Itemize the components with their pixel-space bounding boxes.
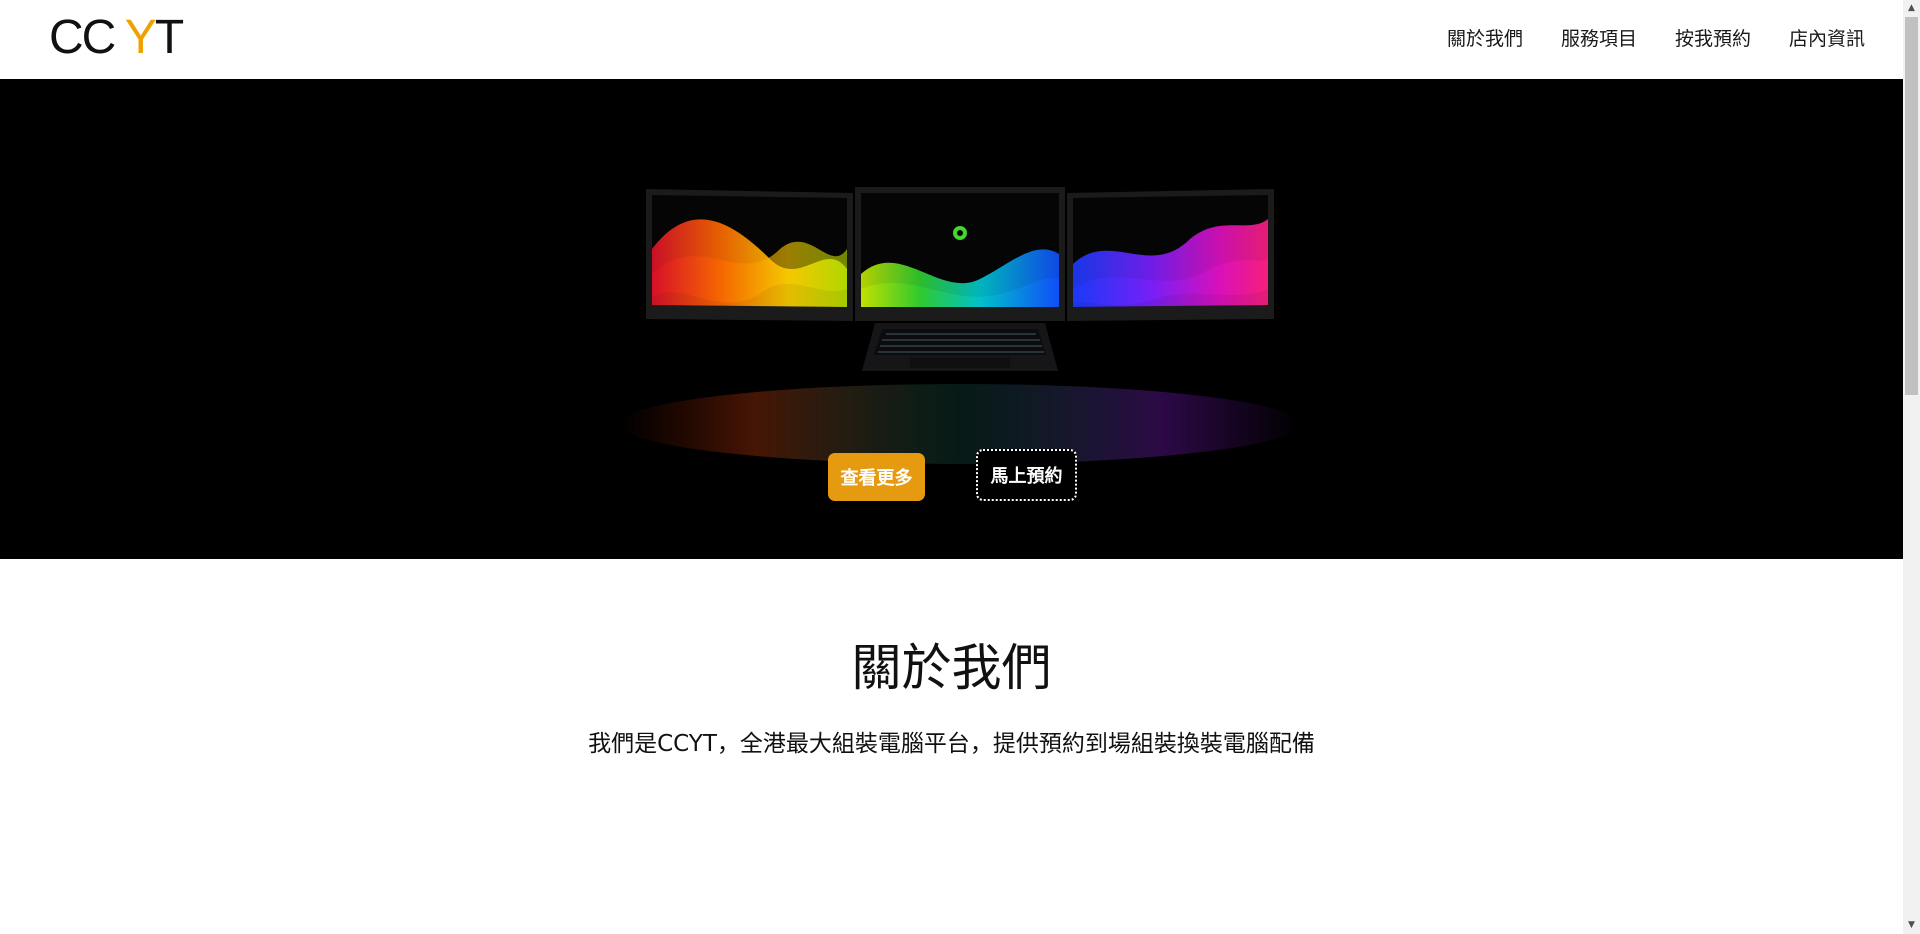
nav-item-services[interactable]: 服務項目: [1561, 26, 1637, 52]
nav-item-booking[interactable]: 按我預約: [1675, 26, 1751, 52]
site-logo[interactable]: CC YT: [49, 10, 184, 66]
vertical-scrollbar[interactable]: ▲ ▼: [1903, 0, 1920, 934]
about-description: 我們是CCYT，全港最大組裝電腦平台，提供預約到場組裝換裝電腦配備: [588, 731, 1315, 757]
page-content: CC YT 關於我們 服務項目 按我預約 店內資訊 查看更多 馬上預約 關於我們…: [0, 0, 1903, 934]
nav-item-store-info[interactable]: 店內資訊: [1789, 26, 1865, 52]
about-title: 關於我們: [851, 639, 1052, 697]
page: CC YT 關於我們 服務項目 按我預約 店內資訊 查看更多 馬上預約 關於我們…: [0, 0, 1920, 934]
scroll-thumb[interactable]: [1905, 17, 1918, 395]
hero-buttons: 查看更多 馬上預約: [0, 449, 1903, 509]
site-header: CC YT 關於我們 服務項目 按我預約 店內資訊: [0, 0, 1903, 79]
main-nav: 關於我們 服務項目 按我預約 店內資訊: [1447, 26, 1865, 52]
see-more-button[interactable]: 查看更多: [828, 453, 925, 501]
nav-item-about[interactable]: 關於我們: [1447, 26, 1523, 52]
book-now-button[interactable]: 馬上預約: [976, 449, 1077, 501]
hero-banner: 查看更多 馬上預約: [0, 79, 1903, 559]
scroll-up-arrow-icon[interactable]: ▲: [1903, 0, 1920, 17]
scroll-down-arrow-icon[interactable]: ▼: [1903, 917, 1920, 934]
laptop-hero-image: [620, 187, 1300, 464]
logo-text-accent: Y: [124, 11, 157, 64]
logo-text-suffix: T: [154, 11, 184, 64]
logo-text-prefix: CC: [49, 11, 125, 64]
